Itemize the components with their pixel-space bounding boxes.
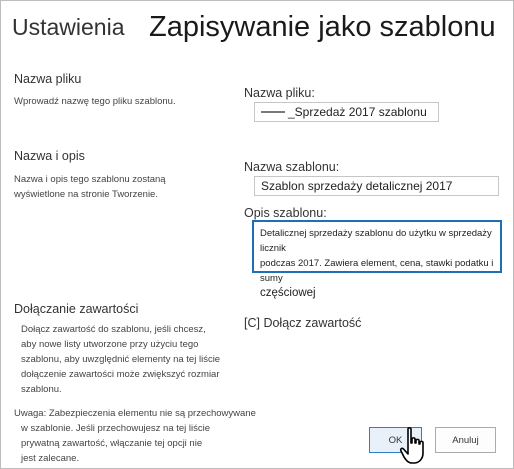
section-desc-name-desc: Nazwa i opis tego szablonu zostaną wyświ… (14, 174, 166, 200)
file-name-input[interactable]: _Sprzedaż 2017 szablonu (254, 102, 439, 122)
template-name-label: Nazwa szablonu: (244, 160, 340, 174)
template-name-value: Szablon sprzedaży detalicznej 2017 (261, 179, 453, 193)
security-warning: Uwaga: Zabezpieczenia elementu nie są pr… (14, 408, 256, 464)
hand-cursor-icon (399, 427, 424, 464)
breadcrumb[interactable]: Ustawienia (12, 14, 125, 41)
section-title-file-name: Nazwa pliku (14, 72, 82, 86)
section-desc-file-name: Wprowadź nazwę tego pliku szablonu. (14, 96, 176, 107)
section-title-include-content: Dołączanie zawartości (14, 302, 139, 316)
redacted-text (261, 111, 285, 113)
file-name-label: Nazwa pliku: (244, 86, 315, 100)
file-name-value: _Sprzedaż 2017 szablonu (288, 105, 427, 119)
include-content-checkbox[interactable]: [C] Dołącz zawartość (244, 316, 361, 330)
template-name-input[interactable]: Szablon sprzedaży detalicznej 2017 (254, 176, 499, 196)
page-title: Zapisywanie jako szablonu (149, 11, 496, 43)
section-title-name-desc: Nazwa i opis (14, 149, 85, 163)
template-desc-label: Opis szablonu: (244, 206, 327, 220)
cancel-button[interactable]: Anuluj (435, 427, 496, 453)
template-desc-textarea[interactable]: Detalicznej sprzedaży szablonu do użytku… (252, 220, 502, 299)
section-desc-include-content: Dołącz zawartość do szablonu, jeśli chce… (21, 324, 221, 395)
